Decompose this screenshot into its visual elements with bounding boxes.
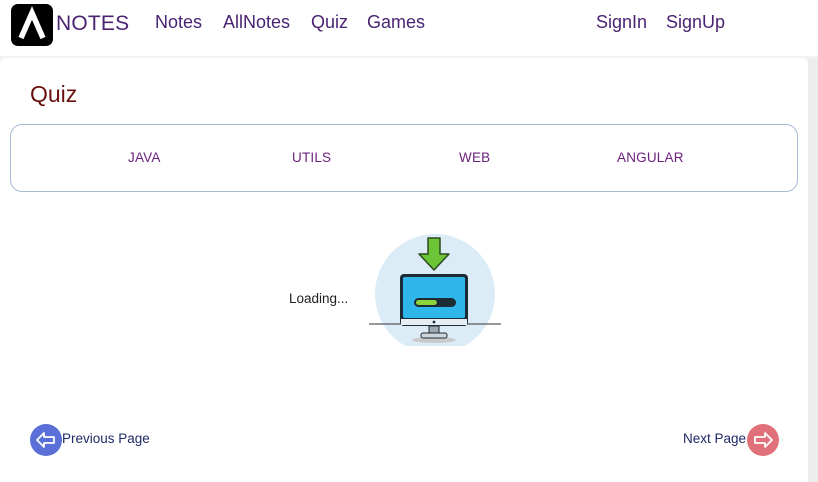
logo-icon[interactable] [11, 4, 53, 46]
tab-utils[interactable]: UTILS [292, 150, 331, 165]
progress-fill [416, 300, 437, 305]
tab-java[interactable]: JAVA [128, 150, 161, 165]
top-navbar: NOTES Notes AllNotes Quiz Games SignIn S… [0, 0, 818, 56]
nav-signin[interactable]: SignIn [596, 12, 647, 33]
arrow-left-icon[interactable] [30, 424, 62, 456]
nav-notes[interactable]: Notes [155, 12, 202, 33]
nav-signup[interactable]: SignUp [666, 12, 725, 33]
tab-web[interactable]: WEB [459, 150, 490, 165]
previous-page-label[interactable]: Previous Page [62, 431, 150, 446]
brand-name[interactable]: NOTES [56, 12, 129, 36]
next-page-label[interactable]: Next Page [683, 431, 746, 446]
page-title: Quiz [30, 81, 78, 107]
loading-illustration [365, 234, 505, 354]
nav-games[interactable]: Games [367, 12, 425, 33]
loading-text: Loading... [289, 291, 349, 306]
nav-quiz[interactable]: Quiz [311, 12, 348, 33]
scrollbar[interactable] [808, 58, 818, 482]
nav-allnotes[interactable]: AllNotes [223, 12, 290, 33]
arrow-right-icon[interactable] [747, 424, 779, 456]
tab-angular[interactable]: ANGULAR [617, 150, 684, 165]
